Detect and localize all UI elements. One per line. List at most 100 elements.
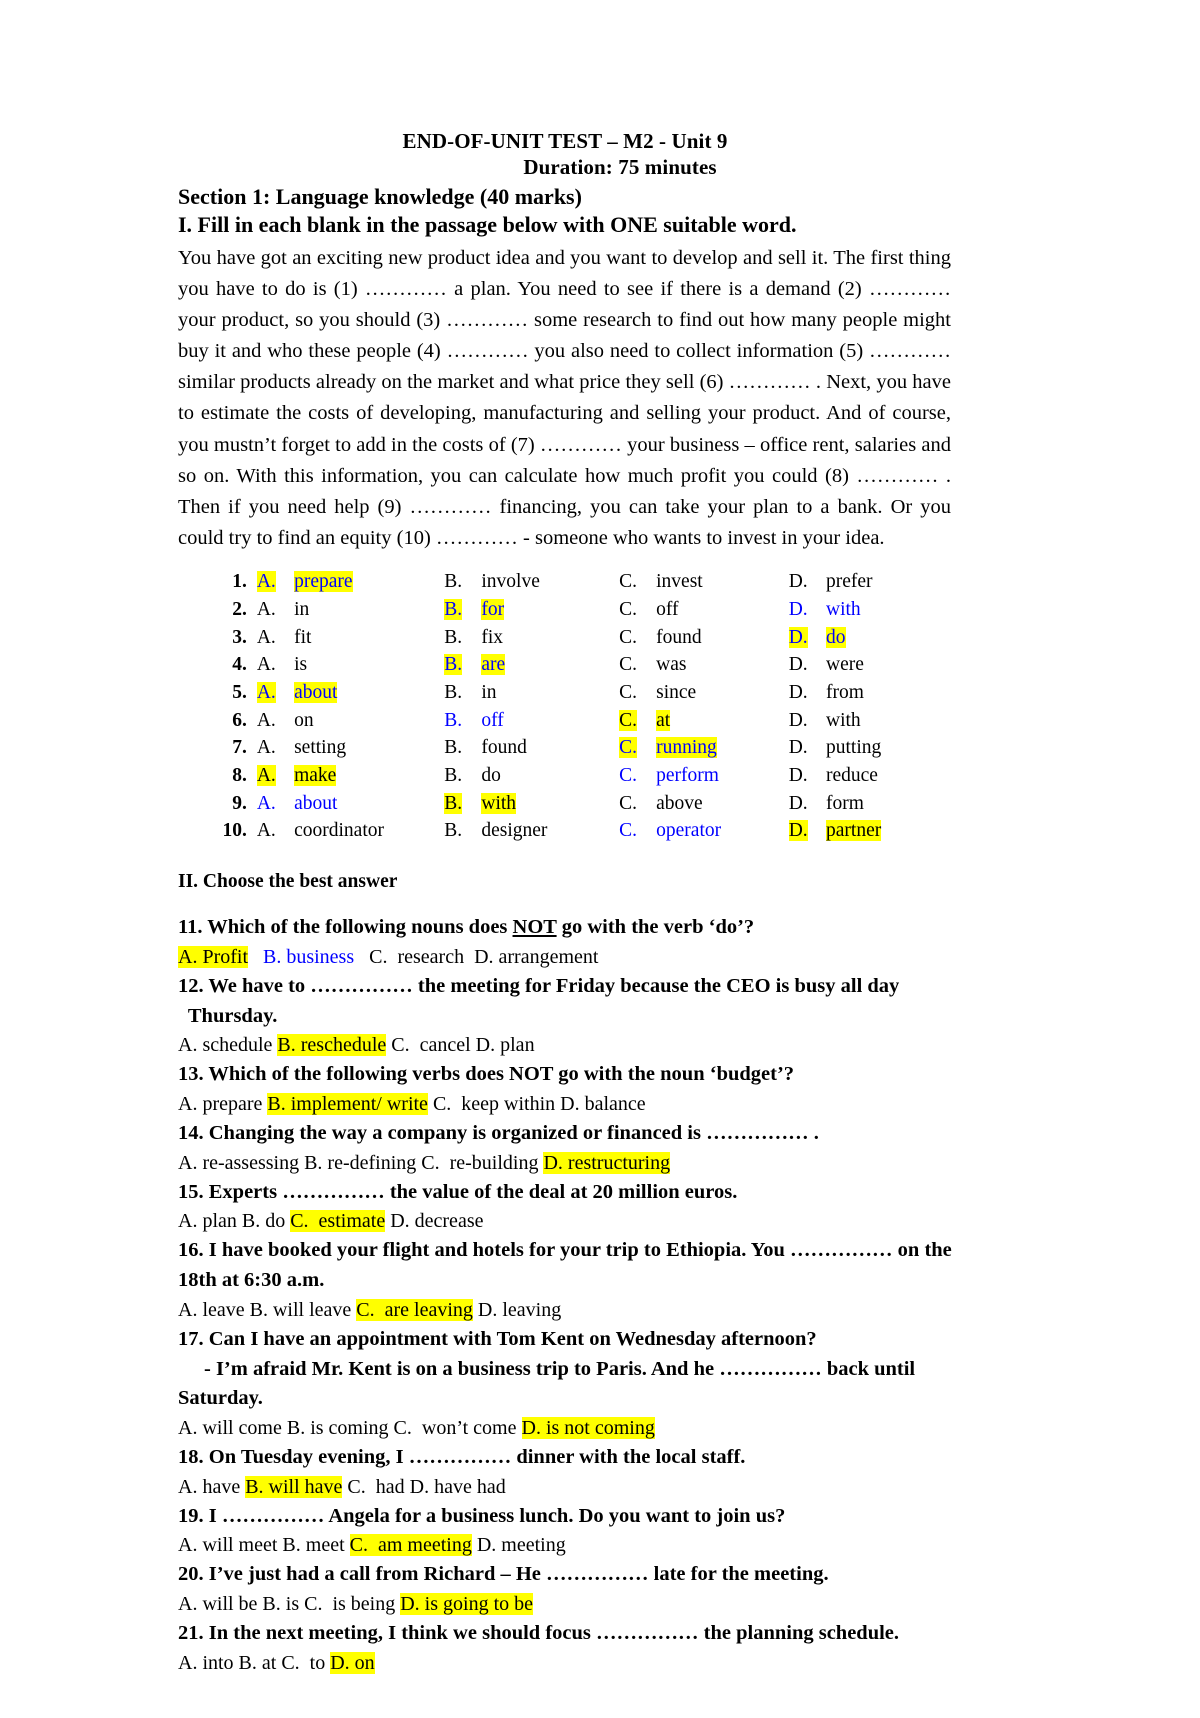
option-word[interactable]: at [656,707,789,735]
option-word[interactable]: fix [481,624,619,652]
option-word[interactable]: in [481,679,619,707]
option-letter[interactable]: C. [619,679,656,707]
question-choices[interactable]: A. into B. at C. to D. on [178,1649,968,1678]
option-word[interactable]: do [826,624,952,652]
option-word[interactable]: on [294,707,444,735]
option-letter[interactable]: A. [257,624,294,652]
option-letter[interactable]: A. [256,679,294,707]
question-block: 15. Experts …………… the value of the deal … [178,1178,952,1237]
option-letter[interactable]: D. [789,651,826,679]
option-word[interactable]: above [656,790,789,818]
option-letter[interactable]: B. [444,679,481,707]
option-letter[interactable]: C. [619,651,656,679]
option-word[interactable]: with [826,707,952,735]
option-letter[interactable]: D. [789,568,826,596]
question-block: 12. We have to …………… the meeting for Fri… [178,972,952,1060]
question-choices[interactable]: A. prepare B. implement/ write C. keep w… [178,1090,968,1119]
question-choices[interactable]: A. leave B. will leave C. are leaving D.… [178,1296,968,1325]
option-letter[interactable]: D. [789,790,826,818]
question-choices[interactable]: A. re-assessing B. re-defining C. re-bui… [178,1149,968,1178]
option-letter[interactable]: B. [444,734,481,762]
option-letter[interactable]: A. [257,651,294,679]
option-word[interactable]: running [656,734,789,762]
option-word[interactable]: about [294,790,444,818]
option-letter[interactable]: A. [257,707,294,735]
option-letter[interactable]: A. [257,596,294,624]
option-letter[interactable]: C. [619,790,656,818]
option-word[interactable]: fit [294,624,444,652]
option-word[interactable]: make [294,762,444,790]
option-word[interactable]: was [656,651,789,679]
option-word[interactable]: partner [826,817,952,845]
option-letter[interactable]: C. [619,734,656,762]
option-word[interactable]: operator [656,817,789,845]
option-letter[interactable]: A. [257,734,294,762]
option-word[interactable]: since [656,679,789,707]
option-letter[interactable]: D. [789,734,826,762]
question-block: 20. I’ve just had a call from Richard – … [178,1560,952,1619]
option-word[interactable]: in [294,596,444,624]
option-letter[interactable]: C. [619,624,656,652]
option-word[interactable]: perform [656,762,789,790]
question-choices[interactable]: A. will come B. is coming C. won’t come … [178,1414,968,1443]
option-letter[interactable]: B. [444,624,481,652]
option-word[interactable]: designer [481,817,619,845]
question-choices[interactable]: A. will meet B. meet C. am meeting D. me… [178,1531,968,1560]
option-word[interactable]: found [656,624,789,652]
option-word[interactable]: reduce [826,762,952,790]
option-letter[interactable]: A. [256,568,294,596]
option-letter[interactable]: B. [444,596,481,624]
table-row: 7. A. setting B. found C. running D. putting [208,734,952,762]
option-word[interactable]: putting [826,734,952,762]
option-word[interactable]: involve [481,568,619,596]
option-letter[interactable]: D. [789,596,826,624]
option-word[interactable]: were [826,651,952,679]
option-word[interactable]: is [294,651,444,679]
option-word[interactable]: prefer [826,568,952,596]
option-letter[interactable]: B. [444,817,481,845]
option-letter[interactable]: D. [789,679,826,707]
question-choices[interactable]: A. will be B. is C. is being D. is going… [178,1590,968,1619]
option-word[interactable]: coordinator [294,817,444,845]
option-letter[interactable]: C. [619,762,656,790]
option-letter[interactable]: D. [788,624,826,652]
option-letter[interactable]: B. [444,762,481,790]
option-word[interactable]: prepare [294,568,444,596]
option-letter[interactable]: A. [257,817,294,845]
option-word[interactable]: from [826,679,952,707]
option-word[interactable]: found [481,734,619,762]
option-word[interactable]: with [481,790,619,818]
option-letter[interactable]: B. [444,651,481,679]
option-letter[interactable]: D. [789,707,826,735]
table-row: 9. A. about B. with C. above D. form [208,790,952,818]
option-letter[interactable]: A. [257,790,294,818]
option-letter[interactable]: D. [789,762,826,790]
option-letter[interactable]: B. [444,568,481,596]
question-choices[interactable]: A. have B. will have C. had D. have had [178,1473,968,1502]
option-word[interactable]: off [481,707,619,735]
option-word[interactable]: about [294,679,444,707]
option-word[interactable]: with [826,596,952,624]
duration-line: Duration: 75 minutes [523,155,717,180]
section-1-heading: Section 1: Language knowledge (40 marks) [178,183,582,209]
option-word[interactable]: are [481,651,619,679]
question-choices[interactable]: A. schedule B. reschedule C. cancel D. p… [178,1031,968,1060]
option-letter[interactable]: C. [619,707,656,735]
question-stem: 19. I …………… Angela for a business lunch.… [178,1504,786,1527]
option-word[interactable]: form [826,790,952,818]
option-letter[interactable]: B. [444,707,481,735]
question-number: 1. [232,571,247,593]
option-letter[interactable]: C. [619,568,656,596]
option-letter[interactable]: C. [619,596,656,624]
option-word[interactable]: invest [656,568,789,596]
option-letter[interactable]: C. [619,817,656,845]
option-letter[interactable]: A. [256,762,294,790]
question-choices[interactable]: A. Profit B. business C. research D. arr… [178,943,968,972]
question-choices[interactable]: A. plan B. do C. estimate D. decrease [178,1207,968,1236]
option-letter[interactable]: B. [444,790,481,818]
option-word[interactable]: off [656,596,789,624]
option-word[interactable]: setting [294,734,444,762]
option-word[interactable]: for [481,596,619,624]
option-word[interactable]: do [481,762,619,790]
option-letter[interactable]: D. [788,817,826,845]
